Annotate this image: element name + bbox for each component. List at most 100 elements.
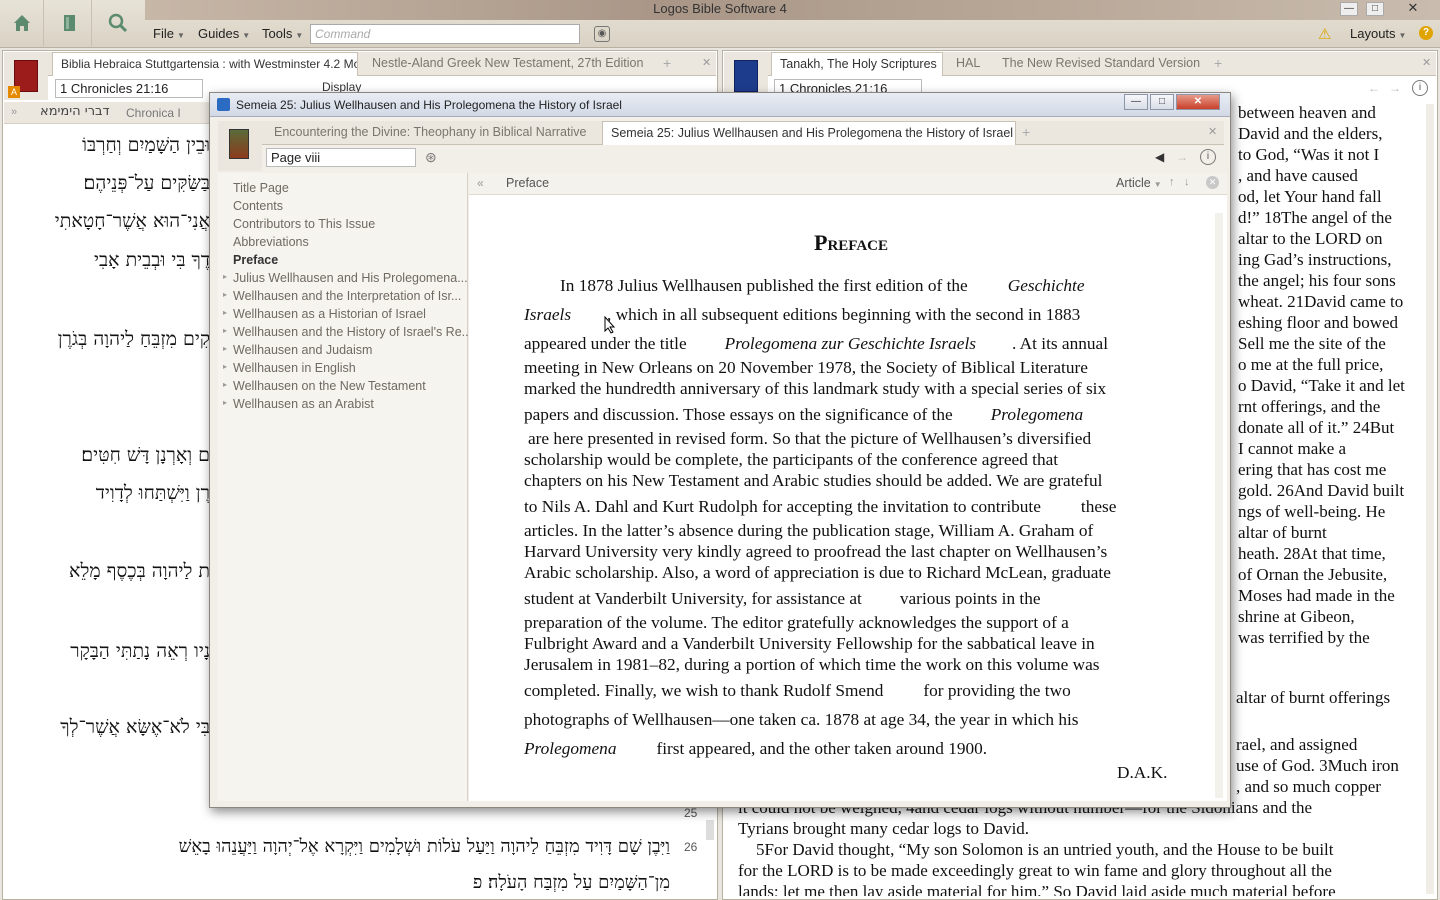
reader-breadcrumb-bar: [469, 173, 1227, 195]
toc-item-label: Wellhausen as a Historian of Israel: [233, 307, 426, 321]
expand-arrow-icon[interactable]: ▸: [223, 362, 227, 371]
previous-article-icon[interactable]: ↑: [1169, 176, 1175, 188]
toc-item[interactable]: ▸ Wellhausen as a Historian of Israel: [223, 307, 426, 321]
add-tab-icon[interactable]: +: [1022, 124, 1030, 140]
collapse-toc-icon[interactable]: «: [477, 176, 484, 190]
text-line: for the LORD is to be made exceedingly g…: [738, 861, 1332, 880]
tab-bhs[interactable]: Biblia Hebraica Stuttgartensia : with We…: [52, 52, 358, 76]
expand-arrow-icon[interactable]: ▸: [223, 290, 227, 299]
text-line: altar of burnt offerings: [1236, 688, 1391, 707]
search-button[interactable]: [96, 0, 140, 46]
book-cover-icon[interactable]: [734, 60, 758, 92]
forward-arrow-icon[interactable]: →: [1176, 150, 1188, 164]
info-icon[interactable]: i: [1412, 80, 1428, 96]
minimize-button[interactable]: —: [1340, 2, 1358, 16]
toc-item[interactable]: ▸ Wellhausen and the History of Israel's …: [223, 325, 473, 339]
float-close-button[interactable]: ✕: [1176, 94, 1220, 110]
tab-hal[interactable]: HAL: [948, 52, 992, 76]
toc-item[interactable]: ▸ Wellhausen and the Interpretation of Is…: [223, 289, 461, 303]
toc-item-label: Contributors to This Issue: [233, 217, 376, 231]
close-tab-icon[interactable]: ✕: [702, 56, 711, 69]
chevron-down-icon: ▼: [242, 31, 251, 40]
text-line: d!” 18The angel of the: [1238, 208, 1392, 227]
text-line: between heaven and: [1238, 103, 1376, 122]
command-go-icon[interactable]: ◉: [594, 26, 610, 42]
menu-tools[interactable]: Tools ▼: [262, 26, 303, 41]
close-button[interactable]: ✕: [1404, 1, 1422, 16]
hebrew-line: וּבֵין הַשָּׁמַיִם וְחַרְבּוֹ: [82, 134, 210, 156]
tab-nrsv[interactable]: The New Revised Standard Version: [994, 52, 1206, 76]
link-set-icon[interactable]: A: [8, 86, 20, 98]
float-maximize-button[interactable]: □: [1150, 94, 1174, 110]
tab-tanakh[interactable]: Tanakh, The Holy Scriptures: [771, 52, 943, 76]
toc-item[interactable]: Preface: [233, 253, 278, 267]
text-run: Geschichte: [1007, 276, 1085, 295]
expand-arrow-icon[interactable]: ▸: [223, 380, 227, 389]
book-cover-icon[interactable]: [229, 129, 249, 159]
forward-arrow-icon[interactable]: →: [1389, 81, 1401, 95]
library-button[interactable]: [48, 0, 92, 46]
text-line: are here presented in revised form. So t…: [528, 429, 1092, 448]
float-minimize-button[interactable]: —: [1124, 94, 1148, 110]
toc-item[interactable]: ▸ Wellhausen as an Arabist: [223, 397, 374, 411]
mouse-cursor-icon: [604, 316, 616, 334]
close-tab-icon[interactable]: ✕: [1208, 125, 1217, 138]
collapse-icon[interactable]: »: [11, 106, 17, 118]
text-line: o me at the full price,: [1238, 355, 1384, 374]
toc-item-label: Wellhausen and the History of Israel's R…: [233, 325, 473, 339]
toc-item[interactable]: Contributors to This Issue: [233, 217, 375, 231]
breadcrumb-hebrew[interactable]: דברי הימימא: [40, 104, 110, 119]
tab-nestle-aland[interactable]: Nestle-Aland Greek New Testament, 27th E…: [364, 52, 656, 76]
tab-semeia-25[interactable]: Semeia 25: Julius Wellhausen and His Pro…: [602, 121, 1016, 145]
maximize-button[interactable]: □: [1366, 2, 1384, 16]
menu-file[interactable]: File ▼: [153, 26, 185, 41]
menu-guides[interactable]: Guides ▼: [198, 26, 250, 41]
home-button[interactable]: [0, 0, 44, 46]
expand-arrow-icon[interactable]: ▸: [223, 308, 227, 317]
layouts-menu[interactable]: Layouts ▼: [1350, 26, 1406, 41]
text-run: Israels: [524, 305, 572, 324]
article-menu[interactable]: Article ▼: [1116, 176, 1162, 190]
text-line: photographs of Wellhausen—one taken ca. …: [524, 710, 1079, 729]
expand-arrow-icon[interactable]: ▸: [223, 344, 227, 353]
toc-item[interactable]: ▸ Wellhausen in English: [223, 361, 356, 375]
warning-icon[interactable]: ⚠: [1318, 25, 1331, 43]
add-tab-icon[interactable]: +: [1214, 55, 1222, 71]
left-reference-input[interactable]: 1 Chronicles 21:16: [55, 79, 203, 98]
back-arrow-icon[interactable]: ◀: [1155, 150, 1164, 164]
toc-item[interactable]: ▸ Wellhausen on the New Testament: [223, 379, 426, 393]
text-line: David and the elders,: [1238, 124, 1383, 143]
toc-item[interactable]: ▸ Julius Wellhausen and His Prolegomena..…: [223, 271, 468, 285]
expand-arrow-icon[interactable]: ▸: [223, 398, 227, 407]
toc-item[interactable]: Abbreviations: [233, 235, 309, 249]
parallel-resources-icon[interactable]: ⊛: [425, 149, 437, 166]
toc-item[interactable]: Title Page: [233, 181, 289, 195]
floating-window-title: Semeia 25: Julius Wellhausen and His Pro…: [236, 98, 622, 112]
breadcrumb-latin[interactable]: Chronica I: [126, 106, 181, 120]
reader-scrollbar[interactable]: [1215, 213, 1223, 798]
page-reference-input[interactable]: Page viii: [266, 148, 416, 167]
expand-arrow-icon[interactable]: ▸: [223, 326, 227, 335]
close-section-icon[interactable]: ✕: [1206, 176, 1219, 189]
close-tab-icon[interactable]: ✕: [1422, 56, 1431, 69]
next-article-icon[interactable]: ↓: [1184, 176, 1190, 188]
help-icon[interactable]: ?: [1419, 26, 1433, 40]
add-tab-icon[interactable]: +: [663, 55, 671, 71]
back-arrow-icon[interactable]: ←: [1368, 81, 1380, 95]
chevron-down-icon: ▼: [295, 31, 304, 40]
tab-encountering-the-divine[interactable]: Encountering the Divine: Theophany in Bi…: [266, 121, 600, 145]
info-icon[interactable]: i: [1200, 149, 1216, 165]
floating-window-titlebar[interactable]: Semeia 25: Julius Wellhausen and His Pro…: [210, 93, 1230, 117]
left-panel-thumb-area: A: [4, 52, 48, 100]
section-breadcrumb[interactable]: Preface: [506, 176, 549, 190]
left-scrollbar[interactable]: [706, 820, 714, 840]
text-line: student at Vanderbilt University, for as…: [524, 589, 1041, 609]
toc-item[interactable]: Contents: [233, 199, 283, 213]
text-line: I cannot make a: [1238, 439, 1347, 458]
right-scrollbar[interactable]: [1426, 104, 1434, 894]
command-input[interactable]: Command: [310, 24, 580, 44]
toc-item[interactable]: ▸ Wellhausen and Judaism: [223, 343, 372, 357]
expand-arrow-icon[interactable]: ▸: [223, 272, 227, 281]
text-line: od, let Your hand fall: [1238, 187, 1382, 206]
signature: D.A.K.: [1117, 763, 1168, 782]
